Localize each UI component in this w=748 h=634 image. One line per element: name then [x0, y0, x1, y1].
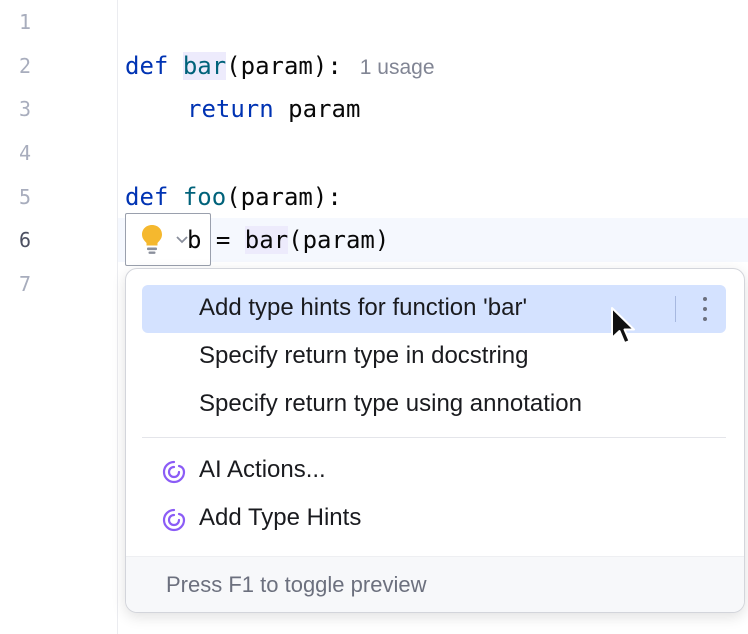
- intention-item-label: Add type hints for function 'bar': [199, 294, 528, 321]
- ai-spiral-icon: [162, 460, 186, 484]
- code-line-3[interactable]: return param: [187, 87, 360, 131]
- usage-inlay-hint[interactable]: 1 usage: [360, 56, 435, 79]
- popup-footer: Press F1 to toggle preview: [126, 556, 744, 612]
- code-text: (param):: [226, 52, 342, 80]
- code-text: (param):: [226, 183, 342, 211]
- intention-item-ai-add-type-hints[interactable]: Add Type Hints: [142, 495, 726, 543]
- intention-item-ai-actions[interactable]: AI Actions...: [142, 447, 726, 495]
- line-number-current: 6: [18, 228, 32, 252]
- function-call[interactable]: bar: [244, 226, 289, 254]
- intention-item-label: Specify return type in docstring: [199, 342, 529, 369]
- line-number: 5: [18, 185, 32, 209]
- code-line-2[interactable]: def bar(param): 1 usage: [125, 44, 435, 88]
- code-text: (param): [288, 226, 390, 254]
- ai-spiral-icon: [162, 508, 186, 532]
- keyword: def: [125, 52, 169, 80]
- code-text: param: [288, 95, 361, 123]
- function-name[interactable]: bar: [182, 52, 227, 80]
- keyword: def: [125, 183, 169, 211]
- function-name: foo: [182, 183, 227, 211]
- item-divider: [675, 296, 676, 322]
- intention-actions-popup: Add type hints for function 'bar' Specif…: [125, 268, 745, 613]
- code-text: b =: [187, 226, 245, 254]
- line-number: 7: [18, 272, 32, 296]
- intention-item-label: AI Actions...: [199, 456, 326, 483]
- intention-item-docstring[interactable]: Specify return type in docstring: [142, 333, 726, 381]
- intention-item-annotation[interactable]: Specify return type using annotation: [142, 381, 726, 429]
- intention-item-label: Specify return type using annotation: [199, 390, 582, 417]
- intention-item-add-type-hints[interactable]: Add type hints for function 'bar': [142, 285, 726, 333]
- lightbulb-icon: [142, 225, 162, 254]
- line-number-gutter[interactable]: 1 2 3 4 5 6 7: [0, 0, 118, 634]
- keyword: return: [187, 95, 274, 123]
- mouse-cursor-icon: [611, 307, 635, 344]
- line-number: 2: [18, 54, 32, 78]
- line-number: 4: [18, 141, 32, 165]
- toggle-preview-hint: Press F1 to toggle preview: [166, 572, 427, 597]
- intention-item-label: Add Type Hints: [199, 504, 362, 531]
- code-line-6[interactable]: b = bar(param): [187, 218, 389, 262]
- line-number: 3: [18, 97, 32, 121]
- more-options-icon[interactable]: [690, 285, 720, 333]
- menu-separator: [142, 437, 726, 438]
- line-number: 1: [18, 10, 32, 34]
